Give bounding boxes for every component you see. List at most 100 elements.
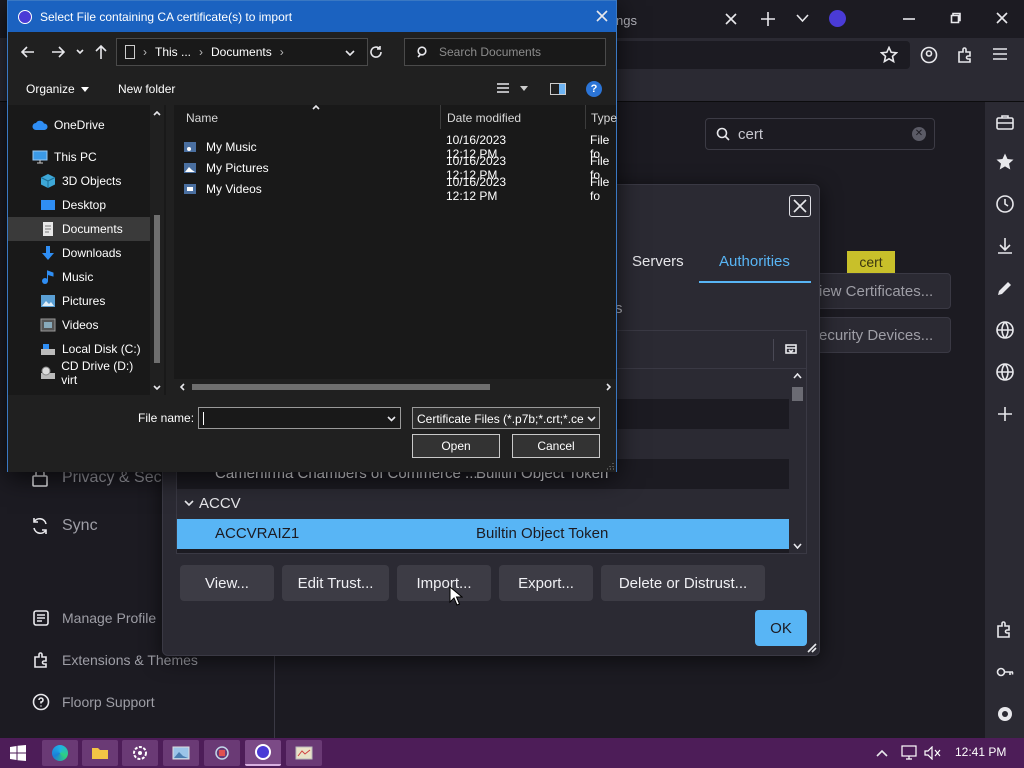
close-tab-icon[interactable] — [725, 13, 737, 25]
h-scroll-thumb[interactable] — [192, 384, 490, 390]
nav-sync[interactable]: Sync — [30, 516, 98, 536]
file-name-dropdown-icon[interactable] — [387, 416, 396, 422]
clear-search-icon[interactable]: ✕ — [912, 127, 926, 141]
recent-locations-chevron-icon[interactable] — [76, 49, 84, 55]
tab-list-chevron-icon[interactable] — [796, 14, 809, 23]
taskbar-floorp[interactable] — [245, 740, 281, 766]
scroll-up-icon[interactable] — [793, 373, 802, 379]
nav-local-disk[interactable]: Local Disk (C:) — [8, 337, 148, 361]
cancel-button[interactable]: Cancel — [512, 434, 600, 458]
history-clock-icon[interactable] — [995, 194, 1015, 214]
refresh-icon[interactable] — [369, 45, 383, 59]
nav-onedrive[interactable]: OneDrive — [8, 113, 148, 137]
nav-documents[interactable]: Documents — [8, 217, 156, 241]
delete-distrust-button[interactable]: Delete or Distrust... — [601, 565, 765, 601]
dialog-resize-grip-icon[interactable] — [605, 461, 614, 470]
file-row[interactable]: My Videos 10/16/2023 12:12 PM File fo — [182, 175, 609, 203]
restore-icon[interactable] — [949, 12, 961, 24]
taskbar-app-7[interactable] — [286, 740, 322, 766]
bookmark-star-icon[interactable] — [880, 46, 898, 64]
tree-group-row[interactable]: ACCV — [177, 489, 789, 519]
file-name-input[interactable] — [198, 407, 401, 429]
nav-cd-drive[interactable]: CD Drive (D:) virt — [8, 359, 148, 387]
ok-button[interactable]: OK — [755, 610, 807, 646]
up-arrow-icon[interactable] — [95, 44, 107, 59]
resize-grip-icon[interactable] — [807, 643, 817, 653]
edit-trust-button[interactable]: Edit Trust... — [282, 565, 389, 601]
nav-scrollbar[interactable] — [150, 105, 164, 395]
forward-arrow-icon[interactable] — [51, 46, 65, 58]
notes-pen-icon[interactable] — [995, 278, 1015, 298]
nav-desktop[interactable]: Desktop — [8, 193, 148, 217]
address-bar[interactable]: › This ... › Documents › — [116, 38, 368, 66]
account-icon[interactable] — [920, 46, 938, 64]
tab-servers[interactable]: Servers — [612, 245, 704, 283]
expand-chevron-icon[interactable] — [184, 500, 194, 507]
scroll-down-icon[interactable] — [153, 385, 161, 390]
new-tab-icon[interactable] — [761, 12, 775, 26]
nav-videos[interactable]: Videos — [8, 313, 148, 337]
nav-3d-objects[interactable]: 3D Objects — [8, 169, 148, 193]
file-search-input[interactable]: Search Documents — [404, 38, 606, 66]
dialog-close-icon[interactable] — [596, 10, 608, 22]
taskbar-edge[interactable] — [42, 740, 78, 766]
file-row[interactable]: My Music 10/16/2023 12:12 PM File fo — [182, 133, 609, 161]
column-type[interactable]: Type — [591, 111, 617, 125]
taskbar-app-5[interactable] — [204, 740, 240, 766]
cert-manager-close-button[interactable] — [789, 195, 811, 217]
windows-start-icon[interactable] — [10, 745, 26, 761]
export-button[interactable]: Export... — [499, 565, 593, 601]
scroll-thumb[interactable] — [154, 215, 160, 363]
add-panel-icon[interactable] — [995, 404, 1015, 424]
open-button[interactable]: Open — [412, 434, 500, 458]
volume-muted-icon[interactable] — [924, 746, 942, 760]
window-close-icon[interactable] — [996, 12, 1008, 24]
organize-menu[interactable]: Organize — [26, 82, 89, 96]
tree-row-selected[interactable]: ACCVRAIZ1 Builtin Object Token — [177, 519, 789, 549]
new-folder-button[interactable]: New folder — [118, 82, 175, 96]
address-dropdown-icon[interactable] — [345, 50, 355, 56]
globe-icon[interactable] — [995, 320, 1015, 340]
file-type-filter-select[interactable]: Certificate Files (*.p7b;*.crt;*.ce — [412, 407, 600, 429]
tab-authorities[interactable]: Authorities — [699, 245, 811, 283]
taskbar-app-4[interactable] — [163, 740, 199, 766]
network-icon[interactable] — [900, 745, 918, 761]
column-name[interactable]: Name — [186, 111, 218, 125]
minimize-icon[interactable] — [903, 18, 915, 20]
show-hidden-icons-chevron-icon[interactable] — [876, 749, 888, 757]
breadcrumb-this-pc[interactable]: This ... — [155, 45, 191, 59]
view-cert-button[interactable]: View... — [180, 565, 274, 601]
scroll-left-icon[interactable] — [180, 383, 185, 391]
settings-gear-icon[interactable] — [995, 704, 1015, 724]
column-divider[interactable] — [585, 105, 586, 129]
url-bar[interactable] — [600, 41, 910, 69]
column-divider[interactable] — [440, 105, 441, 129]
floorp-support-link[interactable]: Floorp Support — [32, 693, 155, 711]
column-date-modified[interactable]: Date modified — [447, 111, 521, 125]
downloads-icon[interactable] — [995, 236, 1015, 256]
nav-pictures[interactable]: Pictures — [8, 289, 148, 313]
scroll-up-icon[interactable] — [153, 111, 161, 116]
taskbar-settings[interactable] — [122, 740, 158, 766]
column-picker-icon[interactable] — [785, 343, 797, 355]
filter-dropdown-icon[interactable] — [587, 416, 596, 422]
help-icon[interactable]: ? — [586, 81, 602, 97]
nav-downloads[interactable]: Downloads — [8, 241, 148, 265]
import-button[interactable]: Import... — [397, 565, 491, 601]
briefcase-icon[interactable] — [995, 112, 1015, 132]
key-icon[interactable] — [995, 662, 1015, 682]
menu-hamburger-icon[interactable] — [992, 47, 1008, 61]
preview-pane-icon[interactable] — [550, 83, 566, 95]
addons-puzzle-icon[interactable] — [995, 620, 1015, 640]
back-arrow-icon[interactable] — [21, 46, 35, 58]
view-options-icon[interactable] — [496, 83, 530, 94]
globe-icon-2[interactable] — [995, 362, 1015, 382]
extensions-icon[interactable] — [956, 46, 974, 64]
taskbar-file-explorer[interactable] — [82, 740, 118, 766]
bookmarks-star-icon[interactable] — [995, 152, 1015, 172]
manage-profile-link[interactable]: Manage Profile — [32, 609, 156, 627]
breadcrumb-documents[interactable]: Documents — [211, 45, 272, 59]
tree-scrollbar[interactable] — [789, 369, 806, 553]
file-row[interactable]: My Pictures 10/16/2023 12:12 PM File fo — [182, 154, 609, 182]
nav-this-pc[interactable]: This PC — [8, 145, 148, 169]
